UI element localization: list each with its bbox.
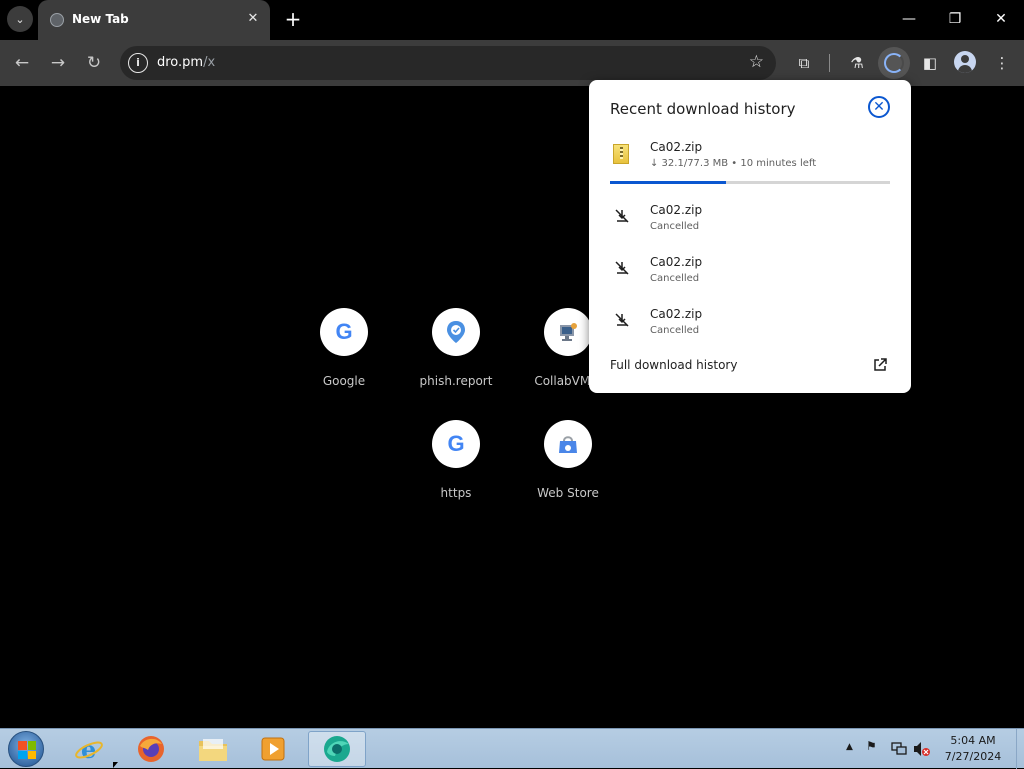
tab-title: New Tab: [72, 12, 129, 26]
download-cancelled-icon: [615, 313, 629, 327]
download-item-cancelled[interactable]: Ca02.zip Cancelled: [589, 203, 911, 247]
close-window-button[interactable]: ✕: [986, 8, 1016, 30]
tab-search-button[interactable]: ⌄: [7, 6, 33, 32]
shortcut-label: phish.report: [419, 374, 493, 388]
shortcut-label: Google: [322, 374, 366, 388]
download-status: ↓ 32.1/77.3 MB • 10 minutes left: [650, 158, 817, 169]
forward-button[interactable]: →: [46, 51, 70, 75]
clock-time: 5:04 AM: [950, 734, 996, 747]
restore-button[interactable]: ❐: [940, 8, 970, 30]
extensions-icon[interactable]: ⧉: [792, 51, 816, 75]
labs-icon[interactable]: ⚗: [845, 51, 869, 75]
start-button[interactable]: [8, 731, 44, 767]
title-bar: ⌄ New Tab ✕ + — ❐ ✕: [0, 0, 1024, 40]
volume-muted-icon[interactable]: [912, 740, 930, 758]
menu-icon[interactable]: ⋮: [990, 51, 1014, 75]
google-logo-icon: G: [432, 420, 480, 468]
download-bubble: Recent download history ✕ Ca02.zip ↓ 32.…: [589, 80, 911, 393]
tab-favicon-icon: [50, 13, 64, 27]
shortcut-https[interactable]: G https: [406, 420, 506, 500]
download-status: Cancelled: [650, 325, 700, 336]
browser-icon: [324, 736, 350, 762]
side-panel-icon[interactable]: ◧: [918, 51, 942, 75]
clock-date: 7/27/2024: [944, 750, 1002, 763]
firefox-icon: [138, 736, 164, 762]
open-external-icon[interactable]: [872, 357, 888, 373]
download-indicator-button[interactable]: [878, 47, 910, 79]
taskbar-file-explorer[interactable]: [186, 731, 240, 767]
download-progress-bar: [610, 181, 890, 184]
show-desktop-button[interactable]: [1016, 729, 1024, 769]
ie-icon: e: [75, 735, 103, 764]
download-cancelled-icon: [615, 209, 629, 223]
shortcut-label: Web Store: [537, 486, 599, 500]
system-clock[interactable]: 5:04 AM 7/27/2024: [930, 733, 1016, 765]
download-panel-title: Recent download history: [610, 100, 796, 118]
site-info-icon[interactable]: i: [128, 53, 148, 73]
reload-button[interactable]: ↻: [82, 51, 106, 75]
full-download-history-link[interactable]: Full download history: [610, 358, 737, 372]
shortcut-phish-report[interactable]: phish.report: [406, 308, 506, 388]
folder-icon: [199, 739, 227, 761]
phish-report-icon: [432, 308, 480, 356]
web-store-icon: [544, 420, 592, 468]
download-status: Cancelled: [650, 221, 700, 232]
download-filename: Ca02.zip: [650, 307, 703, 321]
profile-avatar-icon[interactable]: [954, 51, 976, 73]
network-icon[interactable]: [890, 741, 908, 757]
url-text: dro.pm/x: [157, 55, 215, 70]
download-item-cancelled[interactable]: Ca02.zip Cancelled: [589, 255, 911, 299]
bookmark-star-icon[interactable]: ☆: [749, 52, 764, 72]
taskbar-browser[interactable]: [308, 731, 366, 767]
back-button[interactable]: ←: [10, 51, 34, 75]
shortcut-label: https: [440, 486, 472, 500]
windows-logo-icon: [18, 741, 36, 759]
taskbar-firefox[interactable]: [124, 731, 178, 767]
zip-file-icon: [613, 144, 629, 164]
tab-new-tab[interactable]: New Tab ✕: [38, 0, 270, 40]
taskbar-internet-explorer[interactable]: e: [62, 731, 116, 767]
collabvm-icon: [544, 308, 592, 356]
tab-close-button[interactable]: ✕: [244, 10, 262, 28]
close-icon[interactable]: ✕: [868, 96, 890, 118]
shortcut-google[interactable]: G Google: [294, 308, 394, 388]
download-cancelled-icon: [615, 261, 629, 275]
svg-text:e: e: [81, 735, 96, 764]
minimize-button[interactable]: —: [894, 8, 924, 30]
taskbar-media-player[interactable]: [246, 731, 300, 767]
address-bar[interactable]: i dro.pm/x ☆: [120, 46, 776, 80]
download-status: Cancelled: [650, 273, 700, 284]
toolbar-divider: [829, 54, 830, 72]
windows-taskbar: e ▲ ⚑ 5:04 AM 7/27/2024: [0, 728, 1024, 769]
shortcut-web-store[interactable]: Web Store: [518, 420, 618, 500]
download-item-in-progress[interactable]: Ca02.zip ↓ 32.1/77.3 MB • 10 minutes lef…: [589, 140, 911, 184]
media-player-icon: [261, 737, 285, 761]
download-progress-ring-icon: [884, 53, 904, 73]
google-logo-icon: G: [320, 308, 368, 356]
download-filename: Ca02.zip: [650, 140, 703, 154]
action-center-flag-icon[interactable]: ⚑: [866, 739, 877, 753]
download-item-cancelled[interactable]: Ca02.zip Cancelled: [589, 307, 911, 351]
download-filename: Ca02.zip: [650, 255, 703, 269]
download-filename: Ca02.zip: [650, 203, 703, 217]
download-progress-fill: [610, 181, 727, 184]
tray-overflow-arrow-icon[interactable]: ▲: [846, 742, 853, 752]
url-path: /x: [203, 55, 216, 70]
mouse-cursor: [113, 762, 118, 768]
new-tab-button[interactable]: +: [282, 8, 304, 30]
url-host: dro.pm: [157, 55, 204, 70]
